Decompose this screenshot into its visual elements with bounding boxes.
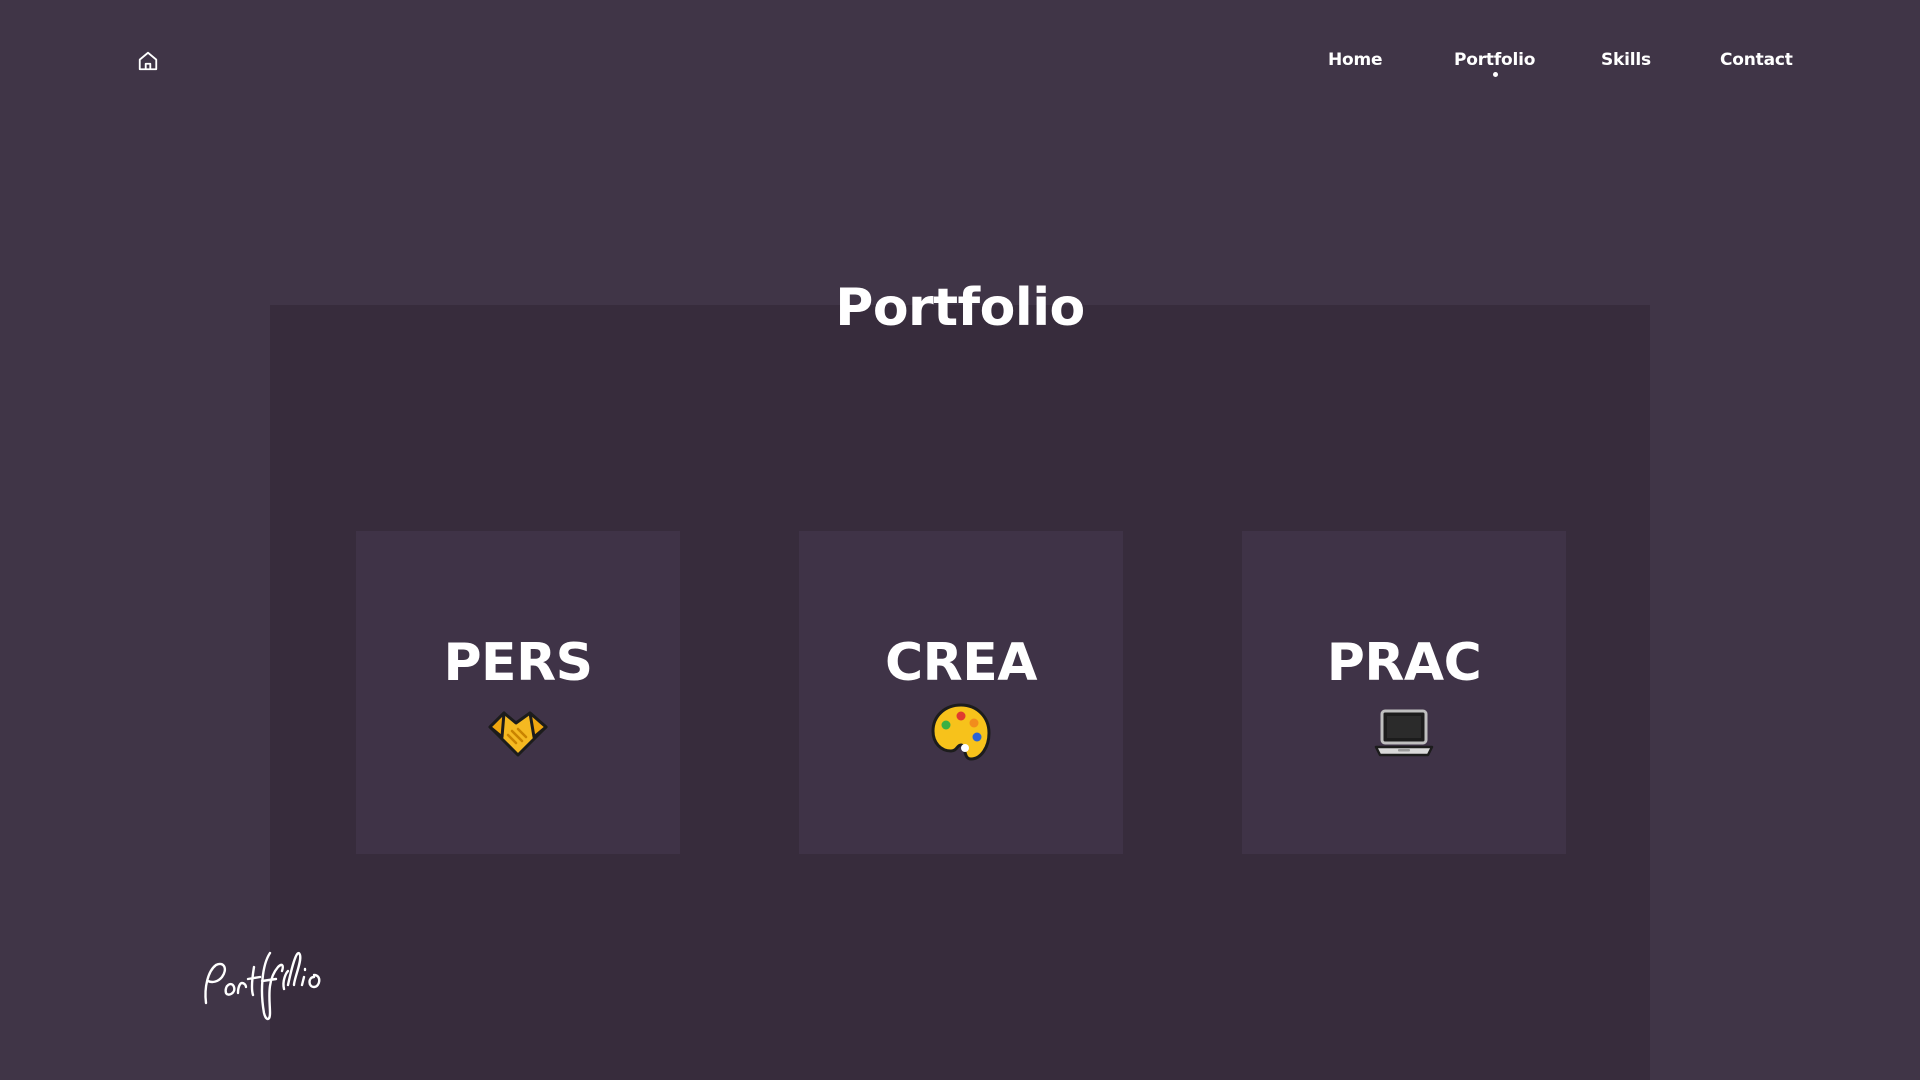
nav-skills[interactable]: Skills [1601, 50, 1651, 70]
nav-contact-label: Contact [1720, 50, 1793, 70]
handshake-icon [488, 711, 548, 757]
page-title: Portfolio [835, 278, 1085, 338]
page: Home Portfolio Skills Contact Portfolio … [0, 0, 1920, 1080]
portfolio-signature-logo [204, 951, 321, 1021]
top-nav: Home Portfolio Skills Contact [0, 50, 1920, 80]
card-prac[interactable]: PRAC [1242, 531, 1566, 854]
palette-icon [931, 703, 991, 761]
nav-contact[interactable]: Contact [1720, 50, 1793, 70]
nav-home[interactable]: Home [1328, 50, 1383, 70]
nav-skills-label: Skills [1601, 50, 1651, 70]
card-title: PERS [443, 633, 593, 693]
active-indicator-dot [1492, 72, 1498, 77]
nav-home-label: Home [1328, 50, 1383, 70]
nav-portfolio-label: Portfolio [1454, 50, 1536, 70]
nav-portfolio[interactable]: Portfolio [1454, 50, 1536, 77]
card-title: PRAC [1326, 633, 1482, 693]
card-pers[interactable]: PERS [356, 531, 680, 854]
laptop-icon [1374, 709, 1434, 757]
card-title: CREA [885, 633, 1037, 693]
card-crea[interactable]: CREA [799, 531, 1123, 854]
